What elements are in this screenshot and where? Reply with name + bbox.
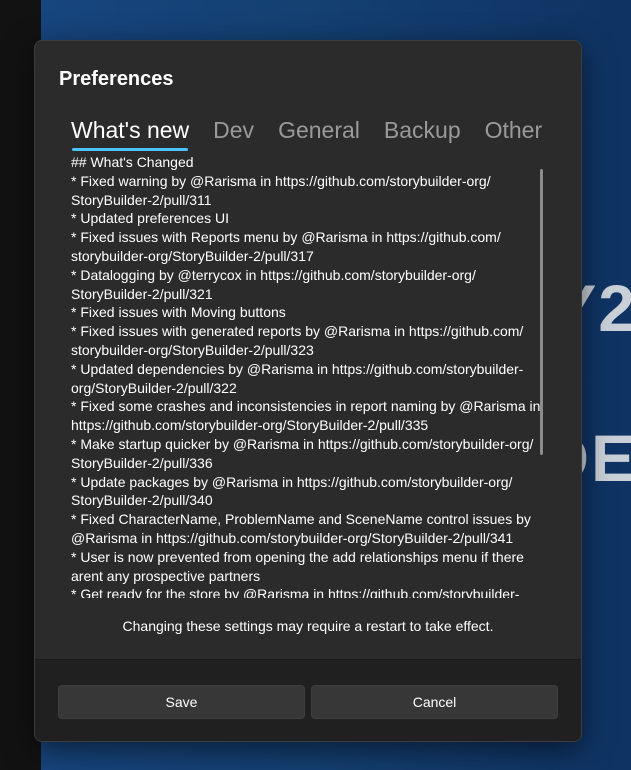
changelog-line: StoryBuilder-2/pull/321 bbox=[71, 285, 213, 302]
tab-label: Other bbox=[484, 117, 543, 143]
changelog-line: StoryBuilder-2/pull/340 bbox=[71, 492, 213, 509]
dialog-footer: Save Cancel bbox=[35, 659, 581, 741]
dialog-title: Preferences bbox=[59, 68, 174, 90]
changelog-line: https://github.com/storybuilder-org/Stor… bbox=[71, 417, 429, 434]
changelog-line: * Make startup quicker by @Rarisma in ht… bbox=[71, 435, 534, 452]
changelog-text[interactable]: ## What's Changed * Fixed warning by @Ra… bbox=[71, 153, 543, 598]
changelog-line: * Fixed warning by @Rarisma in https://g… bbox=[71, 172, 491, 189]
changelog-line: @Rarisma in https://github.com/storybuil… bbox=[71, 529, 514, 546]
changelog-line: * Get ready for the store by @Rarisma in… bbox=[71, 586, 520, 598]
tab-label: Backup bbox=[383, 117, 461, 143]
changelog-line: * Datalogging by @terrycox in https://gi… bbox=[71, 266, 476, 283]
changelog-line: ## What's Changed bbox=[71, 154, 194, 170]
tab-label: Dev bbox=[213, 117, 255, 143]
tab-whats-new[interactable]: What's new bbox=[71, 115, 189, 151]
tab-bar: What's new Dev General Backup Other bbox=[71, 115, 551, 151]
cancel-button[interactable]: Cancel bbox=[311, 685, 558, 719]
changelog-scrollbar[interactable] bbox=[540, 169, 543, 455]
active-tab-indicator bbox=[72, 148, 189, 151]
tab-label: What's new bbox=[71, 117, 190, 143]
changelog-line: * Updated preferences UI bbox=[71, 210, 229, 227]
changelog-line: * Fixed some crashes and inconsistencies… bbox=[71, 398, 541, 415]
preferences-dialog: Preferences What's new Dev General Backu… bbox=[34, 40, 582, 742]
changelog-line: storybuilder-org/StoryBuilder-2/pull/317 bbox=[71, 247, 314, 264]
restart-notice: Changing these settings may require a re… bbox=[122, 618, 494, 634]
tab-label: General bbox=[278, 117, 360, 143]
tab-backup[interactable]: Backup bbox=[384, 115, 461, 151]
changelog-line: * Fixed CharacterName, ProblemName and S… bbox=[71, 511, 531, 528]
changelog-line: * Fixed issues with Reports menu by @Rar… bbox=[71, 229, 501, 246]
tab-other[interactable]: Other bbox=[485, 115, 543, 151]
changelog-line: storybuilder-org/StoryBuilder-2/pull/323 bbox=[71, 341, 314, 358]
changelog-line: * Fixed issues with generated reports by… bbox=[71, 323, 524, 340]
changelog-line: * Updated dependencies by @Rarisma in ht… bbox=[71, 360, 524, 377]
tab-dev[interactable]: Dev bbox=[213, 115, 254, 151]
changelog-line: org/StoryBuilder-2/pull/322 bbox=[71, 379, 237, 396]
changelog-line: * Update packages by @Rarisma in https:/… bbox=[71, 473, 513, 490]
changelog-line: StoryBuilder-2/pull/336 bbox=[71, 454, 213, 471]
changelog-line: * Fixed issues with Moving buttons bbox=[71, 304, 286, 321]
changelog-line: arent any prospective partners bbox=[71, 567, 261, 584]
tab-general[interactable]: General bbox=[278, 115, 360, 151]
save-button[interactable]: Save bbox=[58, 685, 305, 719]
changelog-line: StoryBuilder-2/pull/311 bbox=[71, 191, 212, 208]
changelog-line: * User is now prevented from opening the… bbox=[71, 548, 524, 565]
